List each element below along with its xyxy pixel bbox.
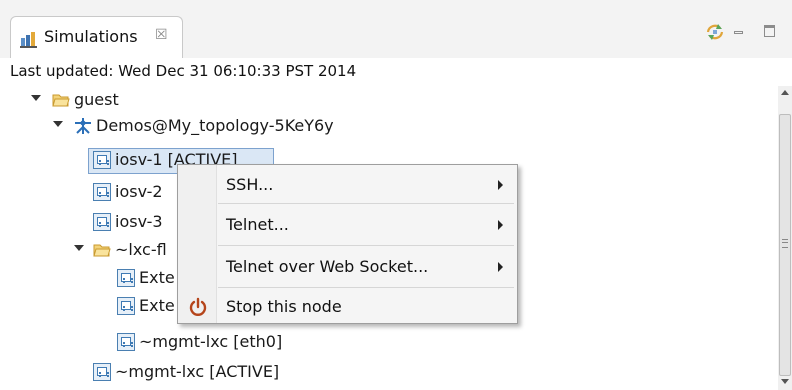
- simulations-icon: [20, 32, 37, 48]
- folder-open-icon: [93, 244, 111, 257]
- menu-item-telnet[interactable]: Telnet...: [180, 207, 515, 243]
- context-menu: SSH... Telnet... Telnet over Web Socket.…: [177, 164, 518, 324]
- sync-icon[interactable]: [705, 23, 725, 41]
- submenu-arrow-icon: [498, 262, 503, 272]
- router-node-icon: [93, 151, 111, 169]
- topology-icon: [75, 118, 91, 134]
- router-node-icon: [117, 297, 135, 315]
- menu-item-label: Telnet over Web Socket...: [226, 257, 429, 276]
- tree-node-guest[interactable]: guest: [0, 88, 300, 114]
- tree-node-label: iosv-3: [115, 212, 163, 231]
- tree-node-iosv-3[interactable]: iosv-3: [0, 210, 200, 236]
- close-icon[interactable]: ☒: [155, 27, 168, 43]
- tree-node-external-2[interactable]: Exte: [0, 294, 200, 320]
- menu-separator: [218, 203, 514, 204]
- tree-node-label: ~mgmt-lxc [ACTIVE]: [115, 362, 280, 381]
- router-node-icon: [117, 333, 135, 351]
- tree-node-label: ~mgmt-lxc [eth0]: [139, 332, 283, 351]
- submenu-arrow-icon: [498, 180, 503, 190]
- scroll-down-arrow-icon[interactable]: [781, 379, 789, 384]
- menu-separator: [218, 245, 514, 246]
- tree-node-label: Exte: [139, 268, 175, 287]
- vertical-scrollbar[interactable]: [778, 86, 792, 390]
- menu-item-stop-node[interactable]: Stop this node: [180, 289, 515, 325]
- expand-arrow-icon[interactable]: [53, 121, 63, 127]
- tree-node-external-1[interactable]: Exte: [0, 266, 200, 292]
- expand-arrow-icon[interactable]: [31, 95, 41, 101]
- maximize-icon[interactable]: [764, 25, 775, 37]
- power-icon: [189, 297, 207, 316]
- menu-item-label: Telnet...: [226, 215, 289, 234]
- folder-open-icon: [52, 94, 70, 107]
- tree-node-lxc-folder[interactable]: ~lxc-fl: [0, 238, 200, 264]
- menu-item-label: SSH...: [226, 175, 274, 194]
- tree-node-mgmt-lxc-active[interactable]: ~mgmt-lxc [ACTIVE]: [0, 360, 320, 386]
- view-tab-bar: Simulations ☒: [0, 0, 792, 58]
- tree-node-label: ~lxc-fl: [115, 240, 167, 259]
- tab-simulations[interactable]: Simulations ☒: [10, 16, 183, 58]
- tree-node-mgmt-lxc-eth0[interactable]: ~mgmt-lxc [eth0]: [0, 330, 320, 356]
- tree-node-topology[interactable]: Demos@My_topology-5KeY6y: [0, 114, 420, 140]
- submenu-arrow-icon: [498, 220, 503, 230]
- tree-node-label: Demos@My_topology-5KeY6y: [96, 116, 334, 135]
- menu-item-label: Stop this node: [226, 297, 342, 316]
- scroll-up-arrow-icon[interactable]: [781, 90, 789, 95]
- expand-arrow-icon[interactable]: [74, 245, 84, 251]
- menu-separator: [218, 287, 514, 288]
- minimize-icon[interactable]: [734, 31, 743, 34]
- router-node-icon: [117, 269, 135, 287]
- tree-node-label: iosv-2: [115, 182, 163, 201]
- last-updated-status: Last updated: Wed Dec 31 06:10:33 PST 20…: [10, 62, 357, 80]
- tab-title: Simulations: [44, 27, 138, 46]
- scrollbar-thumb[interactable]: [779, 114, 791, 376]
- tree-node-label: guest: [74, 90, 119, 109]
- router-node-icon: [93, 183, 111, 201]
- tree-node-iosv-2[interactable]: iosv-2: [0, 180, 200, 206]
- grip-icon: [782, 239, 788, 248]
- router-node-icon: [93, 363, 111, 381]
- menu-item-telnet-websocket[interactable]: Telnet over Web Socket...: [180, 249, 515, 285]
- router-node-icon: [93, 213, 111, 231]
- tree-node-label: Exte: [139, 296, 175, 315]
- menu-item-ssh[interactable]: SSH...: [180, 167, 515, 203]
